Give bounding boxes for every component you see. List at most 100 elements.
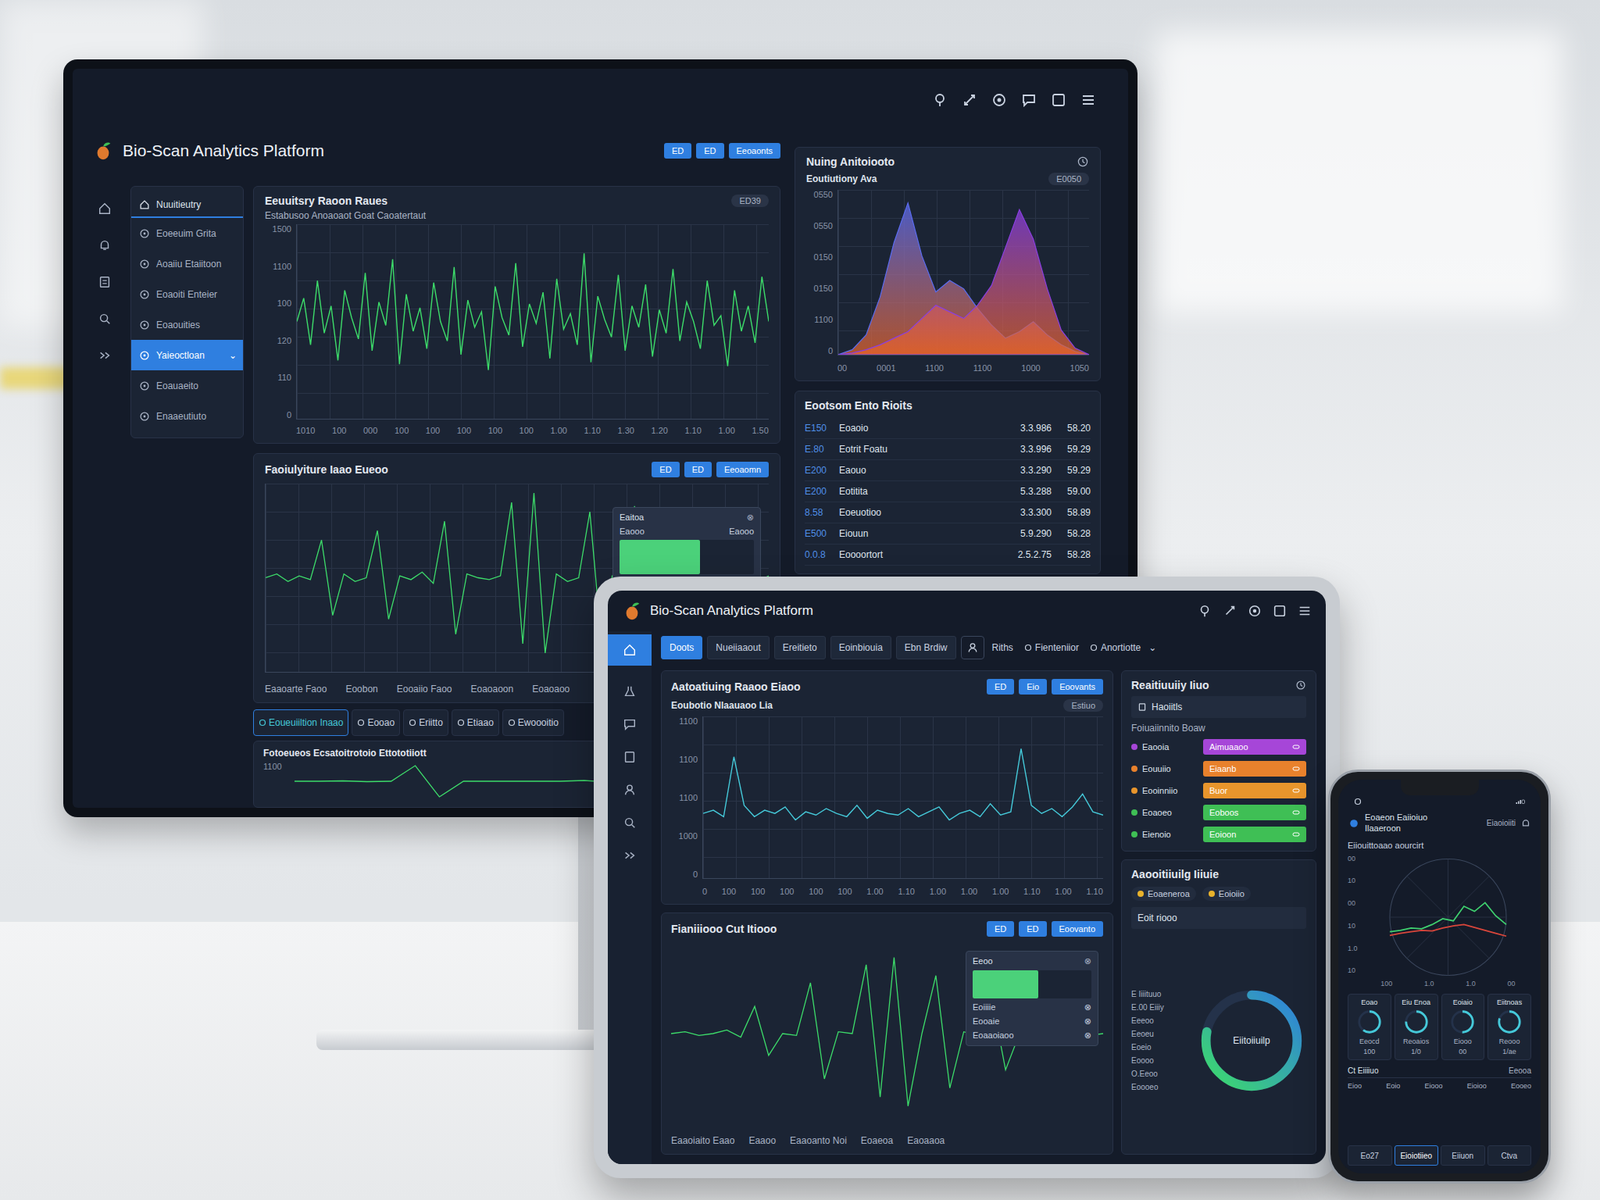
sidebar-item[interactable]: Eoaoiti Enteier [131,278,243,310]
filter-button[interactable]: Eio [1018,678,1047,695]
table-row[interactable]: 8.58Eoeuotioo3.3.30058.89 [804,502,1091,524]
tab[interactable]: Etiaao [451,709,500,736]
section-box[interactable]: Haoiitls [1131,696,1307,718]
filter-button[interactable]: Eoovants [1051,678,1104,695]
table-row[interactable]: E.80Eotrit Foatu3.3.99659.29 [804,439,1091,461]
y-tick: 1000 [671,831,698,841]
flask-icon[interactable] [622,684,637,699]
metric-tile[interactable]: EiitnoasReooo1/ae [1487,993,1532,1061]
filter-button[interactable]: ED [696,142,724,159]
window-icon[interactable] [1272,603,1287,618]
nav-item[interactable]: Ctva [1487,1145,1533,1166]
user-icon[interactable] [622,782,637,797]
filter-button[interactable]: ED [986,678,1015,695]
filter-button[interactable]: ED [986,921,1015,937]
link-icon[interactable] [961,92,978,108]
tab[interactable]: Eoueuiiltion Inaao [253,709,349,736]
status-row[interactable]: EaooiaAimuaaoo [1131,738,1307,756]
home-icon[interactable] [97,201,112,216]
close-button[interactable]: ⊗ [1084,956,1092,967]
list-item[interactable]: Eoio [1385,1082,1400,1090]
search-icon[interactable] [622,815,637,830]
sidebar-item[interactable]: Yaieoctloan⌄ [131,339,243,371]
tab[interactable]: Ereitieto [774,635,826,660]
popup-value[interactable]: ⊗ [1084,1030,1092,1041]
expand-icon[interactable] [622,848,637,863]
chat-icon[interactable] [1021,92,1037,108]
expand-chevron[interactable]: ⌄ [228,350,237,361]
search-icon[interactable] [97,311,112,326]
sidebar-item[interactable]: Enaaeutiuto [131,400,243,432]
section-box[interactable]: Eoit riooo [1131,907,1307,929]
table-row[interactable]: 0.0.8Eoooortort2.5.2.7558.28 [804,544,1091,566]
tab[interactable]: Eooao [351,709,400,736]
link-icon[interactable] [1222,603,1237,618]
status-row[interactable]: EouuiioEiaanb [1131,760,1307,778]
clock-icon[interactable] [1295,679,1307,691]
metric-tile[interactable]: EoaoEeocd100 [1347,993,1392,1061]
tab[interactable]: Eoinbiouia [830,635,892,660]
nav-item[interactable]: Eioiotiieo [1394,1145,1440,1166]
filter-button[interactable]: ED [664,142,692,159]
document-icon[interactable] [97,275,112,290]
nav-item[interactable]: Eo27 [1347,1145,1393,1166]
popup-value[interactable]: ⊗ [1084,1016,1092,1027]
close-button[interactable]: ⊗ [746,512,754,523]
list-item[interactable]: Eiooo [1424,1082,1443,1090]
tool-button[interactable]: Fienteniior [1021,642,1083,654]
sidebar-item[interactable]: Eoauaeito [131,370,243,401]
metric-tile[interactable]: Eiu EnoaReoaios1/0 [1394,993,1439,1061]
tab[interactable]: Ebn Brdiw [896,635,957,660]
filter-button[interactable]: Eeoaomn [716,461,769,478]
filter-button[interactable]: ED [684,461,712,478]
tool-button[interactable]: Riths [989,642,1017,654]
filter-button[interactable]: ED [1018,921,1047,937]
gauge-labels: E IiiituuoE.00 EiiiyEeeooEeoeuEoeioEoooo… [1131,989,1193,1092]
filter-button[interactable]: ED [651,461,679,478]
window-icon[interactable] [1050,92,1067,108]
list-action[interactable]: Eeooa [1508,1066,1532,1075]
table-row[interactable]: E500Eiouun5.9.29058.28 [804,523,1091,545]
menu-icon[interactable] [1297,603,1312,618]
more-chevron[interactable]: ⌄ [1148,642,1157,654]
status-row[interactable]: EienoioEoioon [1131,825,1307,843]
status-row[interactable]: EoaoeoEoboos [1131,803,1307,822]
popup-value[interactable]: ⊗ [1084,1002,1092,1013]
menu-icon[interactable] [1080,92,1097,108]
tab[interactable]: Eriitto [403,709,449,736]
tab[interactable]: Ewoooitio [502,709,565,736]
bell-icon[interactable] [97,238,112,253]
chip[interactable]: Eoaeneroa [1131,886,1197,901]
filter-button[interactable]: Eoovanto [1051,921,1104,937]
sidebar-item[interactable]: Aoaiiu Etaiitoon [131,248,243,279]
pin-icon[interactable] [1197,603,1212,618]
sidebar-heading[interactable]: Nuuitieutry [131,192,243,218]
status-row[interactable]: EooinniioBuor [1131,782,1307,800]
tab[interactable]: Doots [660,635,703,660]
tool-button[interactable] [960,635,985,660]
nav-item[interactable]: Eiiuon [1440,1145,1486,1166]
table-row[interactable]: E200Eaouo3.3.29059.29 [804,460,1091,482]
sidebar-item[interactable]: Eoeeuim Grita [131,217,243,249]
tool-button[interactable]: Anortiotte [1086,642,1144,654]
target-icon[interactable] [991,92,1008,108]
list-item[interactable]: Eioioo [1467,1082,1487,1090]
filter-button[interactable]: Eeoaonts [728,142,781,159]
sidebar-item[interactable]: Eoaouities [131,309,243,340]
list-item[interactable]: Eioo [1347,1082,1362,1090]
metric-tile[interactable]: EoiaioEiooo00 [1441,993,1486,1061]
tab[interactable]: Nueiiaaout [707,635,769,660]
expand-icon[interactable] [97,348,112,363]
bell-icon[interactable] [1520,817,1532,829]
list-item[interactable]: Eooeo [1510,1082,1532,1090]
header-action[interactable]: Eiaoioiiti [1486,818,1516,828]
document-icon[interactable] [622,750,637,765]
chip[interactable]: Eoioiio [1202,886,1251,901]
table-row[interactable]: E200Eotitita5.3.28859.00 [804,481,1091,503]
clock-icon[interactable] [1076,155,1090,168]
table-row[interactable]: E150Eoaoio3.3.98658.20 [804,417,1091,440]
rail-item-selected[interactable] [607,634,652,666]
target-icon[interactable] [1247,603,1262,618]
chat-icon[interactable] [622,717,637,732]
pin-icon[interactable] [932,92,948,108]
